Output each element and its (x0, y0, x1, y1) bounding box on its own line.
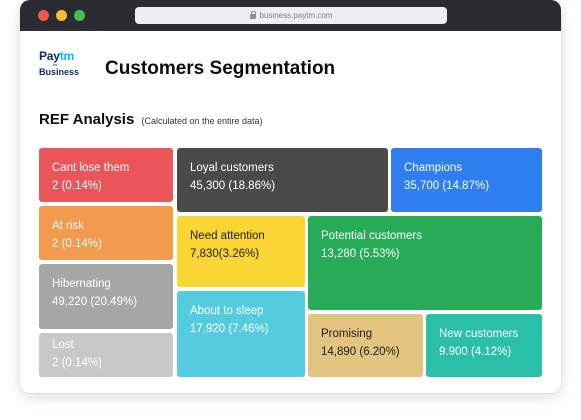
segment-name: Loyal customers (190, 162, 274, 174)
browser-window: business.paytm.com Paytm for Business Cu… (20, 0, 561, 393)
segment-need-attention[interactable]: Need attention 7,830(3.26%) (177, 216, 305, 287)
segment-champions[interactable]: Champions 35,700 (14.87%) (391, 148, 542, 212)
analysis-subtitle: (Calculated on the entire data) (141, 116, 263, 126)
page-title: Customers Segmentation (105, 58, 336, 79)
segment-promising[interactable]: Promising 14,890 (6.20%) (308, 314, 423, 377)
segment-lost[interactable]: Lost 2 (0.14%) (39, 333, 173, 377)
address-bar[interactable]: business.paytm.com (135, 7, 447, 24)
segment-at-risk[interactable]: At risk 2 (0.14%) (39, 206, 173, 260)
close-window-button[interactable] (38, 10, 49, 21)
segment-about-to-sleep[interactable]: About to sleep 17,920 (7.46%) (177, 291, 305, 377)
segment-potential-customers[interactable]: Potential customers 13,280 (5.53%) (308, 216, 542, 310)
segment-name: About to sleep (190, 305, 264, 317)
section-title: REF Analysis (Calculated on the entire d… (39, 111, 263, 130)
segment-value: 45,300 (18.86%) (190, 180, 276, 192)
segment-value: 2 (0.14%) (52, 238, 102, 250)
segment-value: 17,920 (7.46%) (190, 323, 269, 335)
lock-icon (249, 10, 256, 20)
segment-name: Cant lose them (52, 162, 130, 174)
segment-name: New customers (439, 328, 519, 340)
segment-value: 9.900 (4.12%) (439, 346, 512, 358)
segment-name: Hibernating (52, 278, 111, 290)
segment-name: Potential customers (321, 230, 422, 242)
segment-name: Need attention (190, 230, 265, 242)
segment-value: 49,220 (20.49%) (52, 296, 138, 308)
logo-tm: tm (59, 49, 75, 63)
segment-name: Promising (321, 328, 373, 340)
minimize-window-button[interactable] (56, 10, 67, 21)
segment-value: 35,700 (14.87%) (404, 180, 490, 192)
browser-titlebar: business.paytm.com (20, 0, 561, 31)
url-text: business.paytm.com (259, 11, 333, 20)
segment-value: 14,890 (6.20%) (321, 346, 400, 358)
segment-cant-lose-them[interactable]: Cant lose them 2 (0.14%) (39, 148, 173, 202)
paytm-business-logo: Paytm for Business (39, 50, 79, 78)
analysis-title: REF Analysis (39, 111, 135, 128)
segment-value: 7,830(3.26%) (190, 248, 260, 260)
segment-value: 2 (0.14%) (52, 357, 102, 369)
segment-name: Champions (404, 162, 463, 174)
maximize-window-button[interactable] (74, 10, 85, 21)
segment-new-customers[interactable]: New customers 9.900 (4.12%) (426, 314, 542, 377)
segment-value: 2 (0.14%) (52, 180, 102, 192)
segment-name: At risk (52, 220, 84, 232)
logo-business: Business (39, 67, 80, 77)
segment-name: Lost (52, 339, 74, 351)
logo-pay: Pay (39, 49, 60, 63)
segment-value: 13,280 (5.53%) (321, 248, 400, 260)
segment-loyal-customers[interactable]: Loyal customers 45,300 (18.86%) (177, 148, 388, 212)
segment-hibernating[interactable]: Hibernating 49,220 (20.49%) (39, 264, 173, 329)
